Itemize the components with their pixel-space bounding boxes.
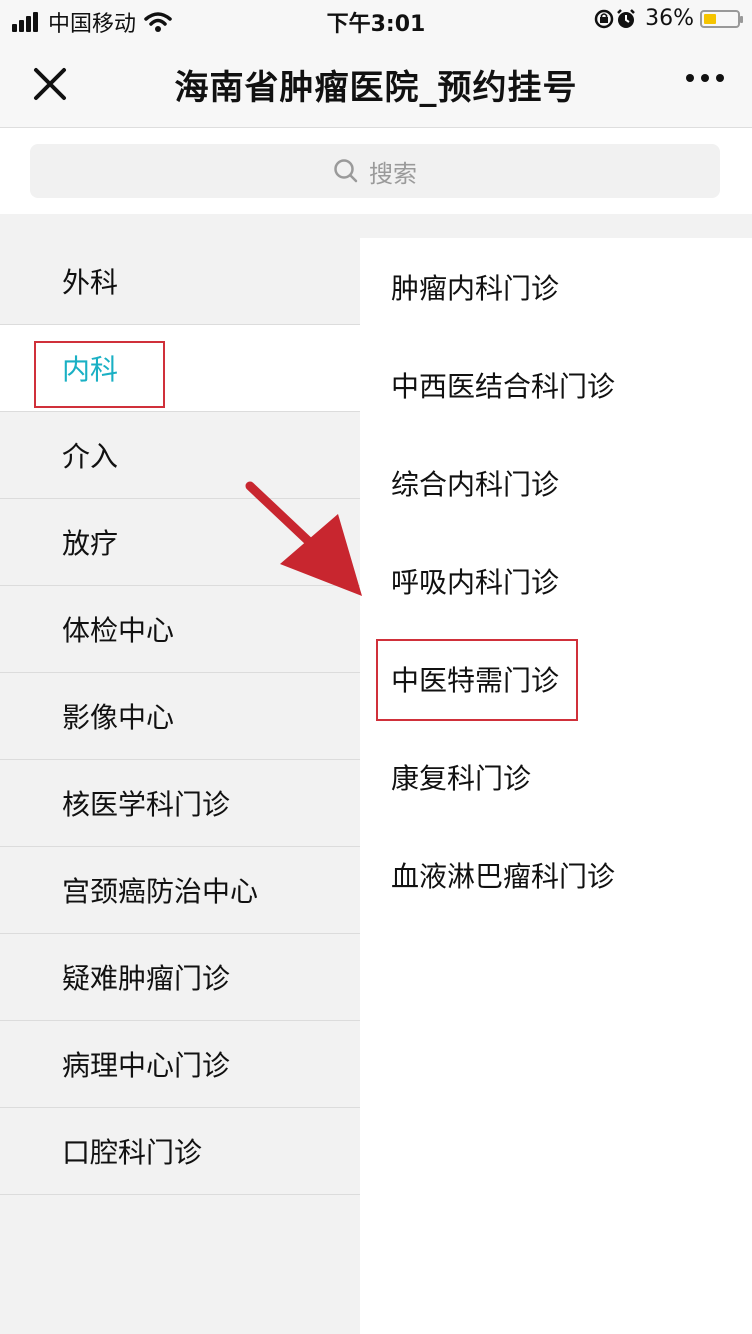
rotation-lock-icon bbox=[594, 9, 614, 28]
page-title: 海南省肿瘤医院_预约挂号 bbox=[174, 68, 578, 108]
department-item[interactable]: 康复科门诊 bbox=[360, 728, 752, 826]
department-list: 肿瘤内科门诊 中西医结合科门诊 综合内科门诊 呼吸内科门诊 中医特需门诊 康复科… bbox=[360, 238, 752, 1334]
search-area: 搜索 bbox=[0, 128, 752, 214]
category-label: 口腔科门诊 bbox=[62, 1136, 203, 1169]
department-item[interactable]: 肿瘤内科门诊 bbox=[360, 238, 752, 336]
department-label: 肿瘤内科门诊 bbox=[391, 272, 560, 305]
arrow-annotation-icon bbox=[245, 481, 362, 596]
more-icon-dot bbox=[716, 74, 724, 82]
category-item-nuclear-medicine[interactable]: 核医学科门诊 bbox=[0, 760, 360, 847]
status-right: 36% bbox=[593, 6, 743, 31]
category-item-pathology-center[interactable]: 病理中心门诊 bbox=[0, 1021, 360, 1108]
close-button[interactable] bbox=[28, 62, 72, 106]
battery-icon bbox=[700, 9, 743, 28]
category-label: 疑难肿瘤门诊 bbox=[62, 962, 231, 995]
category-item-cervical-cancer-center[interactable]: 宫颈癌防治中心 bbox=[0, 847, 360, 934]
category-label: 影像中心 bbox=[62, 701, 175, 734]
category-label: 核医学科门诊 bbox=[62, 788, 231, 821]
highlight-box-internal-medicine bbox=[34, 341, 165, 408]
more-icon-dot bbox=[701, 74, 709, 82]
category-label: 病理中心门诊 bbox=[62, 1049, 231, 1082]
department-label: 血液淋巴瘤科门诊 bbox=[391, 860, 616, 893]
department-label: 呼吸内科门诊 bbox=[391, 566, 560, 599]
department-item[interactable]: 综合内科门诊 bbox=[360, 434, 752, 532]
category-item-surgery[interactable]: 外科 bbox=[0, 238, 360, 325]
category-label: 外科 bbox=[62, 266, 119, 299]
alarm-icon bbox=[617, 8, 635, 28]
category-item-dental[interactable]: 口腔科门诊 bbox=[0, 1108, 360, 1195]
more-button[interactable] bbox=[679, 74, 724, 82]
more-icon bbox=[686, 74, 694, 82]
category-item-difficult-tumor[interactable]: 疑难肿瘤门诊 bbox=[0, 934, 360, 1021]
category-label: 介入 bbox=[62, 440, 119, 473]
nav-bar: 海南省肿瘤医院_预约挂号 bbox=[0, 40, 752, 128]
category-label: 放疗 bbox=[62, 527, 119, 560]
department-label: 康复科门诊 bbox=[391, 762, 532, 795]
close-icon bbox=[34, 68, 66, 100]
department-label: 中西医结合科门诊 bbox=[391, 370, 616, 403]
search-input[interactable]: 搜索 bbox=[30, 144, 720, 198]
category-label: 宫颈癌防治中心 bbox=[62, 875, 259, 908]
category-label: 体检中心 bbox=[62, 614, 175, 647]
department-label: 综合内科门诊 bbox=[391, 468, 560, 501]
search-icon bbox=[334, 159, 358, 183]
battery-percent: 36% bbox=[645, 6, 694, 31]
search-placeholder: 搜索 bbox=[369, 159, 417, 188]
department-item[interactable]: 呼吸内科门诊 bbox=[360, 532, 752, 630]
category-item-imaging-center[interactable]: 影像中心 bbox=[0, 673, 360, 760]
department-item[interactable]: 血液淋巴瘤科门诊 bbox=[360, 826, 752, 924]
battery-level bbox=[704, 13, 716, 24]
highlight-box-tcm-special bbox=[376, 639, 578, 721]
department-item[interactable]: 中西医结合科门诊 bbox=[360, 336, 752, 434]
status-bar: 中国移动 下午3:01 36% bbox=[0, 0, 752, 40]
